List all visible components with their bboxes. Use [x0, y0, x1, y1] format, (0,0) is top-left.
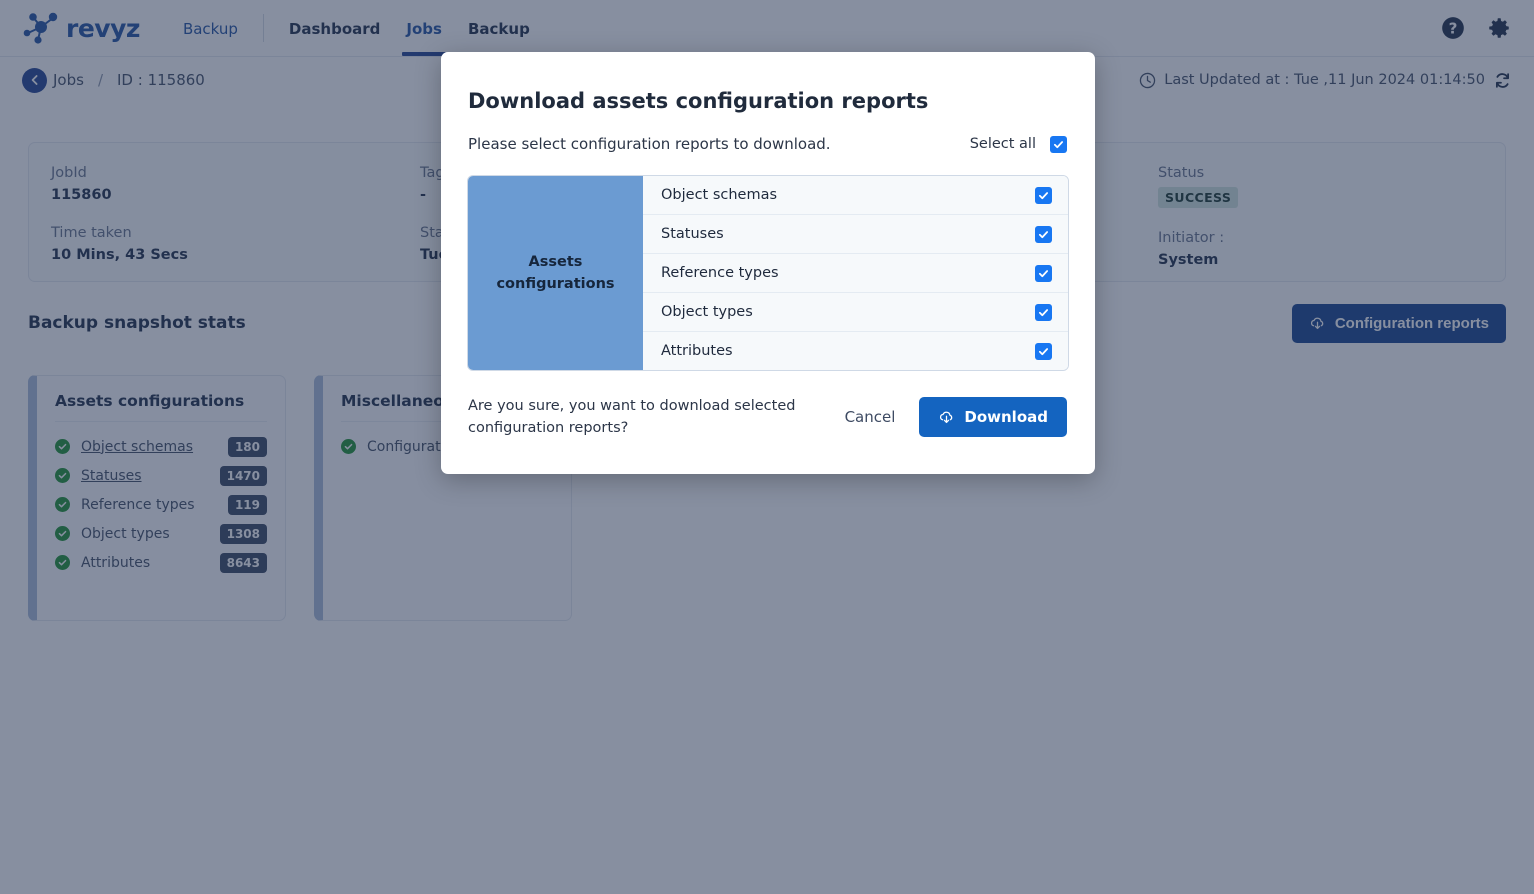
- check-icon: [1038, 190, 1049, 201]
- table-row[interactable]: Statuses: [643, 215, 1068, 254]
- download-configuration-reports-dialog: Download assets configuration reports Pl…: [441, 52, 1095, 474]
- confirm-message: Are you sure, you want to download selec…: [468, 395, 798, 440]
- table-row[interactable]: Reference types: [643, 254, 1068, 293]
- dialog-actions: Cancel Download: [839, 397, 1067, 437]
- group-label-line-1: Assets: [496, 251, 614, 273]
- select-all-checkbox[interactable]: [1050, 136, 1067, 153]
- row-label: Reference types: [661, 265, 779, 281]
- table-row[interactable]: Object schemas: [643, 176, 1068, 215]
- row-label: Statuses: [661, 226, 724, 242]
- row-checkbox-statuses[interactable]: [1035, 226, 1052, 243]
- select-all-label: Select all: [970, 136, 1036, 152]
- dialog-title: Download assets configuration reports: [468, 89, 1069, 113]
- cloud-download-icon: [938, 409, 955, 426]
- download-button-label: Download: [964, 408, 1048, 426]
- dialog-subtitle: Please select configuration reports to d…: [468, 135, 831, 153]
- row-checkbox-object-schemas[interactable]: [1035, 187, 1052, 204]
- check-icon: [1053, 139, 1064, 150]
- row-label: Object schemas: [661, 187, 777, 203]
- download-button[interactable]: Download: [919, 397, 1067, 437]
- table-row[interactable]: Object types: [643, 293, 1068, 332]
- table-rows: Object schemas Statuses Reference types …: [643, 176, 1068, 370]
- group-label-assets-configurations: Assets configurations: [468, 176, 643, 370]
- check-icon: [1038, 229, 1049, 240]
- row-checkbox-attributes[interactable]: [1035, 343, 1052, 360]
- check-icon: [1038, 268, 1049, 279]
- check-icon: [1038, 346, 1049, 357]
- configuration-reports-table: Assets configurations Object schemas Sta…: [467, 175, 1069, 371]
- table-row[interactable]: Attributes: [643, 332, 1068, 370]
- group-label-line-2: configurations: [496, 273, 614, 295]
- dialog-subtitle-row: Please select configuration reports to d…: [467, 135, 1069, 153]
- cancel-button[interactable]: Cancel: [839, 400, 902, 434]
- dialog-footer: Are you sure, you want to download selec…: [467, 395, 1069, 440]
- row-label: Attributes: [661, 343, 733, 359]
- row-checkbox-reference-types[interactable]: [1035, 265, 1052, 282]
- check-icon: [1038, 307, 1049, 318]
- select-all-group[interactable]: Select all: [970, 136, 1067, 153]
- row-checkbox-object-types[interactable]: [1035, 304, 1052, 321]
- row-label: Object types: [661, 304, 753, 320]
